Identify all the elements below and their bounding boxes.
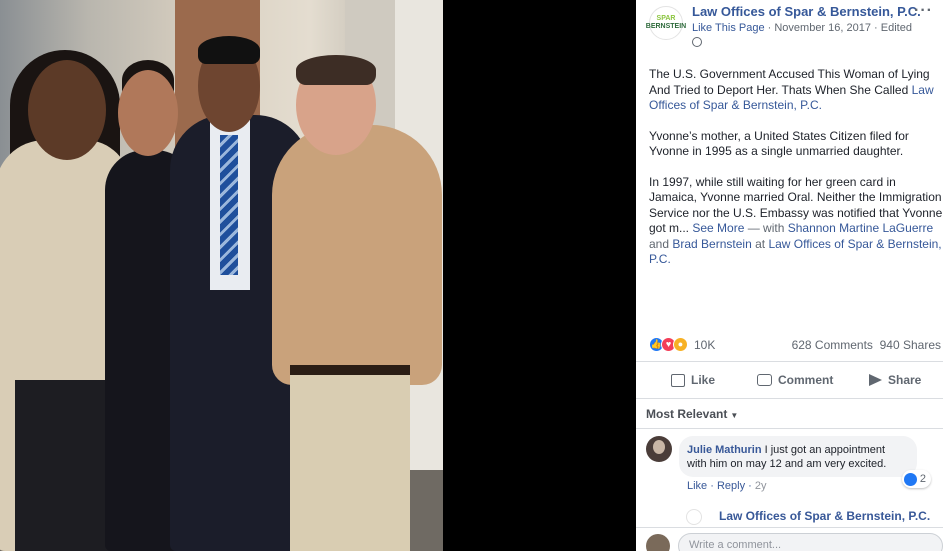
divider	[636, 361, 943, 362]
comment-filter-dropdown[interactable]: Most Relevant ▼	[646, 407, 738, 421]
reply-page-avatar[interactable]	[686, 509, 702, 525]
person-3-hair	[198, 36, 260, 64]
more-options-icon[interactable]: ···	[914, 2, 933, 20]
comment-like-link[interactable]: Like	[687, 480, 707, 492]
share-button[interactable]: Share	[869, 365, 921, 395]
reply-item: Law Offices of Spar & Bernstein, P.C.	[686, 508, 943, 525]
comments-count[interactable]: 628 Comments	[792, 338, 873, 352]
globe-icon	[692, 37, 702, 47]
comment-author[interactable]: Julie Mathurin	[687, 444, 762, 456]
like-page-link[interactable]: Like This Page	[692, 22, 765, 34]
reply-author[interactable]: Law Offices of Spar & Bernstein, P.C.	[719, 509, 930, 523]
person-1-head	[28, 60, 106, 160]
post-date[interactable]: November 16, 2017	[774, 22, 871, 34]
comment-time[interactable]: 2y	[755, 480, 767, 492]
reaction-icons[interactable]: 👍 ♥ ●	[649, 337, 691, 353]
comment-button[interactable]: Comment	[757, 365, 833, 395]
see-more-link[interactable]: See More	[692, 221, 744, 235]
divider	[636, 398, 943, 399]
post-paragraph-3: In 1997, while still waiting for her gre…	[649, 174, 943, 267]
post-panel: SPAR BERNSTEIN Law Offices of Spar & Bern…	[636, 0, 943, 551]
post-meta: Like This Page · November 16, 2017 · Edi…	[692, 22, 912, 34]
thumbs-up-icon	[671, 373, 685, 387]
post-body: The U.S. Government Accused This Woman o…	[649, 67, 943, 283]
commenter-avatar[interactable]	[646, 436, 672, 462]
post-photo[interactable]	[0, 0, 443, 551]
page-name-link[interactable]: Law Offices of Spar & Bernstein, P.C.	[692, 4, 921, 19]
wow-reaction-icon: ●	[673, 337, 688, 352]
chevron-down-icon: ▼	[730, 411, 739, 420]
tag-shannon-link[interactable]: Shannon Martine LaGuerre	[788, 221, 933, 235]
page-avatar[interactable]: SPAR BERNSTEIN	[645, 6, 687, 40]
reactions-bar: 👍 ♥ ● 10K 628 Comments 940 Shares	[649, 336, 943, 354]
edited-label[interactable]: Edited	[881, 22, 912, 34]
comment-bubble: Julie Mathurin I just got an appointment…	[679, 436, 917, 477]
comment-icon	[757, 374, 772, 386]
like-reaction-icon	[903, 472, 917, 486]
post-paragraph-1: The U.S. Government Accused This Woman o…	[649, 67, 934, 112]
person-4-pants	[290, 375, 410, 551]
engagement-counts: 628 Comments 940 Shares	[792, 338, 941, 352]
comment-actions: Like · Reply · 2y	[687, 480, 767, 492]
like-button[interactable]: Like	[671, 365, 715, 395]
comment-reaction-badge[interactable]: 2	[901, 470, 931, 488]
person-4-sweater	[272, 125, 442, 385]
comment-composer: Write a comment...	[636, 527, 943, 551]
tag-brad-link[interactable]: Brad Bernstein	[672, 237, 751, 251]
shares-count[interactable]: 940 Shares	[880, 338, 941, 352]
post-header: SPAR BERNSTEIN Law Offices of Spar & Bern…	[636, 0, 943, 60]
divider	[636, 428, 943, 429]
reaction-count[interactable]: 10K	[694, 338, 715, 352]
user-avatar	[646, 534, 670, 551]
share-icon	[869, 374, 882, 386]
post-actions: Like Comment Share	[636, 365, 943, 395]
person-3-tie	[220, 135, 238, 275]
person-2-head	[118, 70, 178, 156]
comment-reply-link[interactable]: Reply	[717, 480, 745, 492]
person-4-hair	[296, 55, 376, 85]
comment-input[interactable]: Write a comment...	[678, 533, 943, 551]
page-logo-text: SPAR BERNSTEIN	[645, 15, 687, 30]
post-paragraph-2: Yvonne’s mother, a United States Citizen…	[649, 128, 909, 159]
